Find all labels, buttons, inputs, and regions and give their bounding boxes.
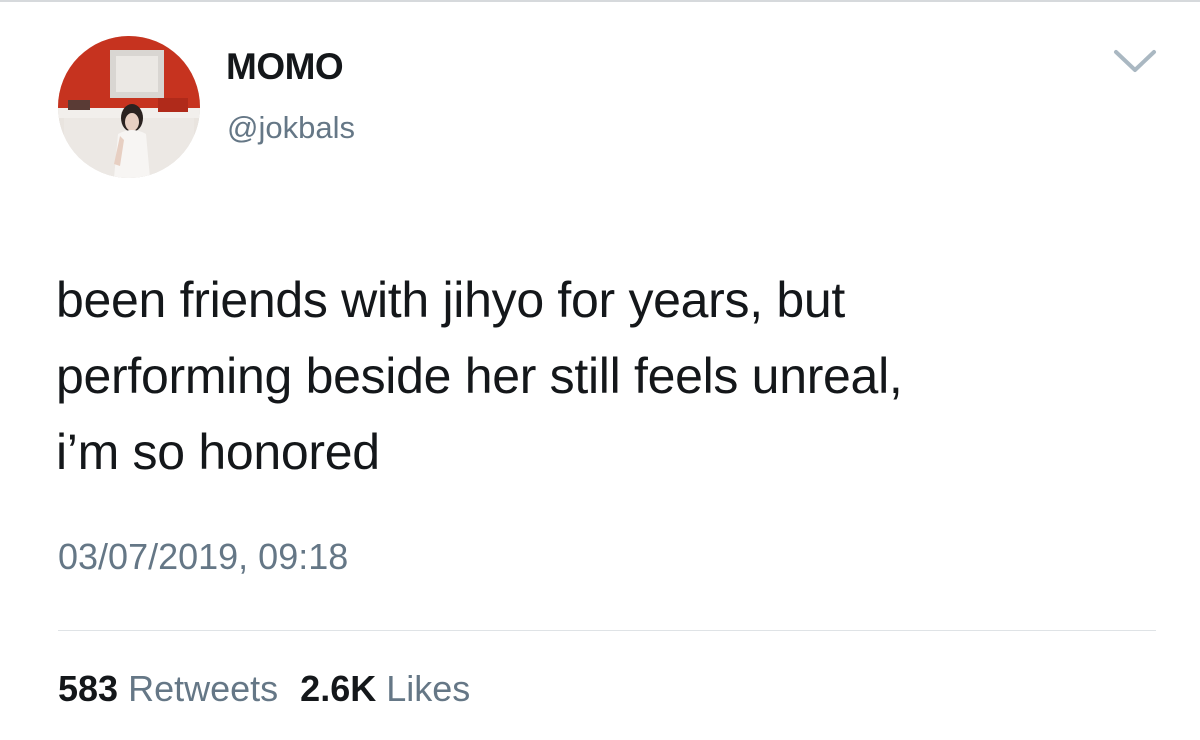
tweet-timestamp[interactable]: 03/07/2019, 09:18 <box>58 536 348 578</box>
likes-label: Likes <box>386 668 471 709</box>
avatar[interactable] <box>58 36 200 178</box>
tweet-text-line: been friends with jihyo for years, but <box>56 272 846 328</box>
chevron-down-icon <box>1114 50 1156 72</box>
likes-stat[interactable]: 2.6K Likes <box>300 668 470 709</box>
tweet-stats: 583 Retweets 2.6K Likes <box>58 668 470 710</box>
retweets-label: Retweets <box>128 668 279 709</box>
likes-count: 2.6K <box>300 668 377 709</box>
tweet-text-line: performing beside her still feels unreal… <box>56 348 903 404</box>
tweet-text: been friends with jihyo for years, but p… <box>56 262 1156 490</box>
retweets-stat[interactable]: 583 Retweets <box>58 668 278 709</box>
tweet-text-line: i’m so honored <box>56 424 380 480</box>
user-handle[interactable]: @jokbals <box>227 110 355 146</box>
display-name[interactable]: MOMO <box>226 46 344 88</box>
profile-photo-icon <box>58 36 200 178</box>
retweets-count: 583 <box>58 668 119 709</box>
tweet-menu-button[interactable] <box>1110 44 1160 80</box>
divider <box>58 630 1156 631</box>
top-divider <box>0 0 1200 2</box>
